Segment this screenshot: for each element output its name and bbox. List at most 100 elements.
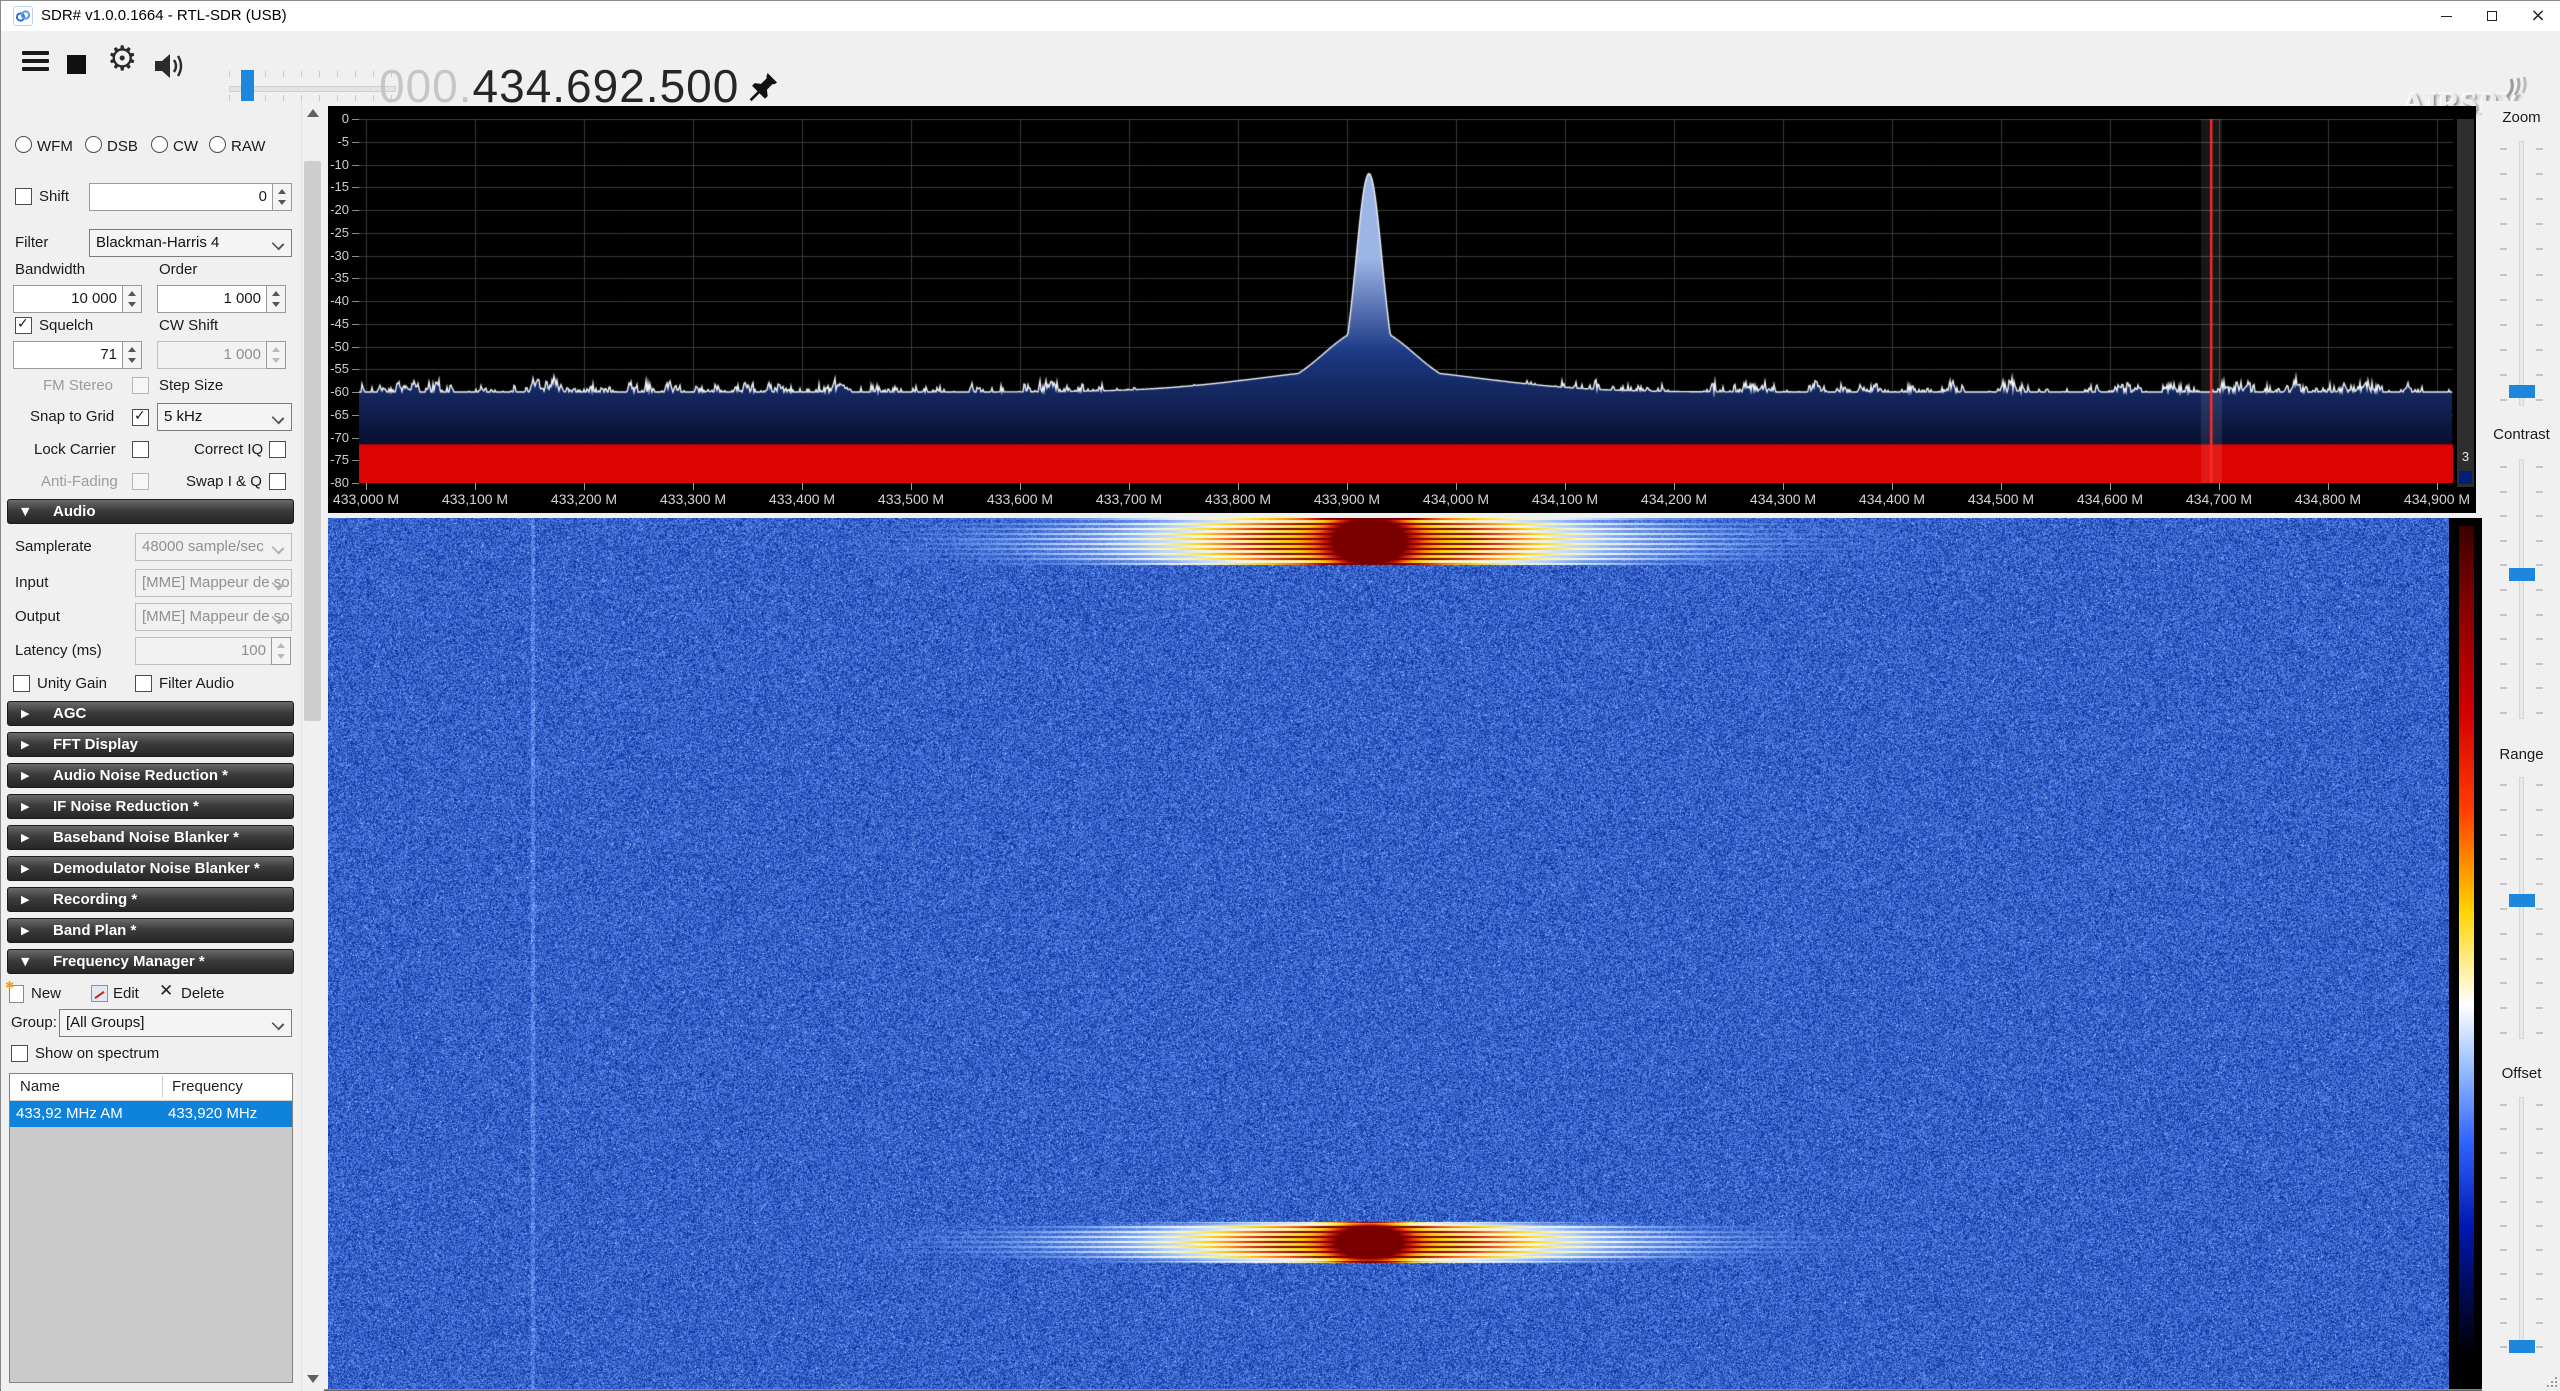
titlebar[interactable]: SDR# v1.0.0.1664 - RTL-SDR (USB) × [1, 1, 2560, 31]
contrast-slider[interactable] [2482, 459, 2560, 719]
db-tick-mark [352, 347, 359, 348]
filter-select[interactable]: Blackman-Harris 4 [89, 229, 292, 257]
slider-handle[interactable] [2509, 1340, 2535, 1353]
panel-header-if-noise-reduction[interactable]: ▶IF Noise Reduction * [7, 794, 294, 819]
lock-carrier-checkbox[interactable] [132, 441, 149, 458]
squelch-checkbox[interactable] [15, 317, 32, 334]
order-spinner[interactable] [266, 285, 286, 313]
slider-tick [2536, 515, 2543, 517]
latency-label: Latency (ms) [15, 642, 102, 659]
slider-track[interactable] [2519, 777, 2524, 1039]
frequency-display[interactable]: 000.434.692.500 [379, 59, 739, 113]
col-header-frequency[interactable]: Frequency [172, 1078, 243, 1095]
filter-audio-checkbox[interactable] [135, 675, 152, 692]
slider-tick [2500, 374, 2507, 376]
radio-dsb[interactable] [85, 136, 102, 153]
spectrum-display[interactable]: 0-5-10-15-20-25-30-35-40-45-50-55-60-65-… [328, 106, 2476, 513]
resize-grip[interactable] [2547, 1377, 2557, 1387]
slider-tick [2536, 374, 2543, 376]
volume-slider-handle[interactable] [241, 70, 254, 104]
squelch-spinner[interactable] [122, 341, 142, 369]
menu-button[interactable] [22, 51, 49, 73]
slider-handle[interactable] [2509, 385, 2535, 398]
slider-handle[interactable] [2509, 568, 2535, 581]
swap-iq-checkbox[interactable] [269, 473, 286, 490]
shift-input[interactable]: 0 [89, 183, 273, 211]
slider-tick [2500, 515, 2507, 517]
panel-scrollbar[interactable] [301, 101, 324, 1391]
zoom-slider[interactable] [2482, 141, 2560, 406]
slider-track[interactable] [2519, 141, 2524, 406]
shift-checkbox[interactable] [15, 188, 32, 205]
shift-spinner[interactable] [272, 183, 292, 211]
db-tick-label: -20 [328, 202, 349, 217]
table-empty-area[interactable] [10, 1127, 292, 1382]
close-button[interactable]: × [2515, 1, 2560, 31]
snap-to-grid-checkbox[interactable] [132, 409, 149, 426]
unity-gain-checkbox[interactable] [13, 675, 30, 692]
col-header-name[interactable]: Name [20, 1078, 60, 1095]
freq-tick-mark [1456, 483, 1457, 490]
panel-header-frequency-manager[interactable]: ▼ Frequency Manager * [7, 949, 294, 974]
slider-handle[interactable] [2509, 894, 2535, 907]
scroll-up-icon[interactable] [307, 109, 319, 117]
expand-arrow-icon: ▶ [21, 733, 29, 756]
bandwidth-spinner[interactable] [122, 285, 142, 313]
freq-tick-label: 434,900 M [2387, 491, 2487, 507]
minimize-button[interactable] [2423, 1, 2469, 31]
spectrum-scale-bar[interactable]: 3 [2457, 119, 2474, 487]
bandwidth-input[interactable]: 10 000 [13, 285, 123, 313]
stop-button[interactable] [67, 55, 86, 74]
slider-tick [2536, 324, 2543, 326]
slider-track[interactable] [2519, 459, 2524, 719]
slider-tick [2500, 1032, 2507, 1034]
slider-track[interactable] [2519, 1097, 2524, 1353]
spectrum-plot[interactable] [359, 119, 2453, 483]
waterfall-display[interactable] [328, 518, 2482, 1389]
panel-header-label: AGC [53, 702, 86, 725]
range-slider[interactable] [2482, 777, 2560, 1039]
db-tick-label: -40 [328, 293, 349, 308]
freq-tick-label: 433,700 M [1079, 491, 1179, 507]
panel-header-audio[interactable]: ▼ Audio [7, 499, 294, 524]
show-on-spectrum-checkbox[interactable] [11, 1045, 28, 1062]
panel-header-baseband-noise-blanker[interactable]: ▶Baseband Noise Blanker * [7, 825, 294, 850]
pin-icon[interactable] [743, 69, 781, 107]
panel-header-label: FFT Display [53, 733, 138, 756]
panel-header-recording[interactable]: ▶Recording * [7, 887, 294, 912]
panel-header-agc[interactable]: ▶AGC [7, 701, 294, 726]
panel-header-band-plan[interactable]: ▶Band Plan * [7, 918, 294, 943]
scroll-down-icon[interactable] [307, 1375, 319, 1383]
group-select[interactable]: [All Groups] [59, 1009, 292, 1037]
radio-raw[interactable] [209, 136, 226, 153]
order-input[interactable]: 1 000 [157, 285, 267, 313]
audio-input-select: [MME] Mappeur de so [135, 569, 292, 597]
radio-wfm[interactable] [15, 136, 32, 153]
offset-slider[interactable] [2482, 1097, 2560, 1353]
freq-tick-mark [2437, 483, 2438, 490]
maximize-button[interactable] [2469, 1, 2515, 31]
panel-header-label: Demodulator Noise Blanker * [53, 857, 260, 880]
step-size-select[interactable]: 5 kHz [157, 403, 292, 431]
table-row-selected[interactable]: 433,92 MHz AM 433,920 MHz [10, 1101, 292, 1127]
slider-tick [2536, 564, 2543, 566]
scrollbar-thumb[interactable] [304, 161, 321, 721]
panel-header-audio-noise-reduction[interactable]: ▶Audio Noise Reduction * [7, 763, 294, 788]
settings-gear-icon[interactable]: ⚙ [107, 39, 137, 79]
speaker-icon[interactable] [153, 51, 187, 81]
panel-header-fft-display[interactable]: ▶ FFT Display [7, 732, 294, 757]
panel-header-demodulator-noise-blanker[interactable]: ▶Demodulator Noise Blanker * [7, 856, 294, 881]
slider-tick [2500, 1007, 2507, 1009]
slider-tick [2500, 540, 2507, 542]
correct-iq-checkbox[interactable] [269, 441, 286, 458]
slider-tick [2536, 491, 2543, 493]
slider-tick [2500, 274, 2507, 276]
slider-tick [2536, 614, 2543, 616]
slider-tick [2500, 1225, 2507, 1227]
freq-tick-mark [693, 483, 694, 490]
frequency-table-header[interactable]: Name Frequency [10, 1074, 292, 1101]
slider-tick [2500, 1128, 2507, 1130]
squelch-input[interactable]: 71 [13, 341, 123, 369]
waterfall-plot[interactable] [328, 518, 2449, 1389]
radio-cw[interactable] [151, 136, 168, 153]
